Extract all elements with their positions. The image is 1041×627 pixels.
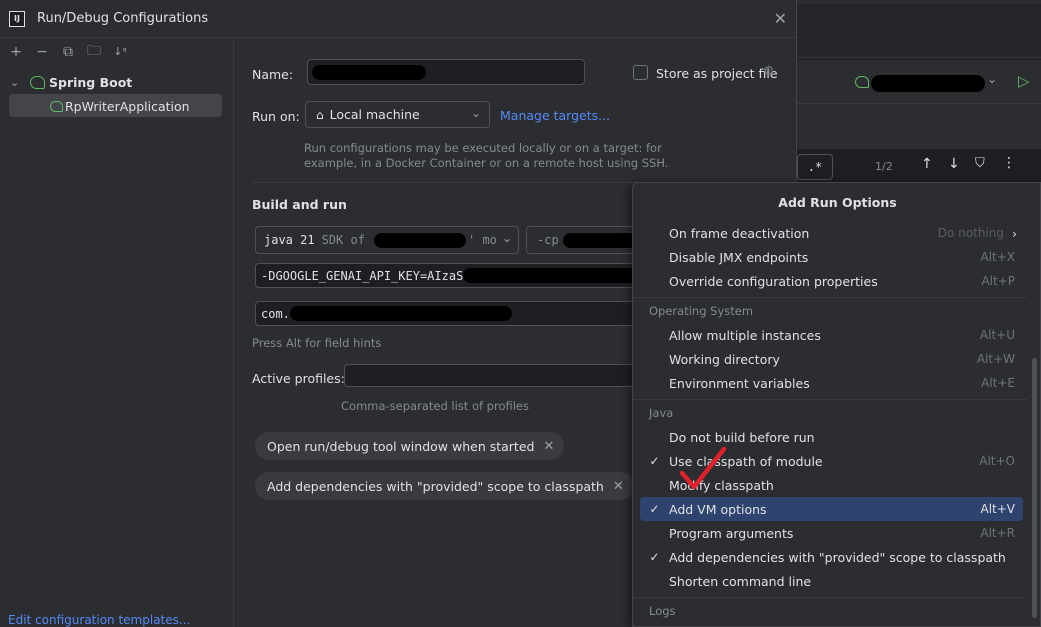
vm-options-value: -DGOOGLE_GENAI_API_KEY=AIzaS — [261, 268, 464, 283]
redacted-config-selector[interactable] — [871, 75, 985, 92]
redacted-api-key — [463, 268, 635, 283]
on-frame-deactivation-value: Do nothing — [937, 226, 1004, 240]
vm-options-input[interactable]: -DGOOGLE_GENAI_API_KEY=AIzaS — [255, 263, 635, 288]
jdk-tail: ' mo — [468, 233, 497, 247]
option-chip-provided-scope[interactable]: Add dependencies with "provided" scope t… — [255, 472, 634, 500]
redacted-name-value — [312, 65, 426, 80]
section-operating-system: Operating System — [649, 304, 754, 318]
remove-icon[interactable]: − — [30, 44, 54, 60]
check-icon: ✓ — [649, 550, 660, 564]
tree-item-label: RpWriterApplication — [65, 98, 190, 114]
manage-targets-link[interactable]: Manage targets... — [500, 108, 610, 123]
close-icon[interactable]: ✕ — [774, 9, 787, 28]
menu-item-on-frame-deactivation[interactable]: On frame deactivation Do nothing › — [640, 221, 1023, 245]
menu-item-disable-jmx[interactable]: Disable JMX endpoints Alt+X — [640, 245, 1023, 269]
jdk-sdk-of: SDK of — [321, 233, 365, 247]
run-on-hint-line2: example, in a Docker Container or on a r… — [304, 156, 669, 170]
add-run-options-popup: Add Run Options On frame deactivation Do… — [632, 182, 1041, 627]
section-logs: Logs — [649, 604, 676, 618]
edit-configuration-templates-link[interactable]: Edit configuration templates... — [8, 613, 190, 627]
popup-scrollbar[interactable] — [1032, 358, 1037, 618]
build-and-run-title: Build and run — [252, 197, 347, 212]
tree-group-spring-boot[interactable]: ⌄ Spring Boot — [10, 71, 132, 93]
intellij-app-icon: IJ — [9, 10, 25, 27]
alt-field-hints: Press Alt for field hints — [252, 336, 382, 350]
chip-label: Open run/debug tool window when started — [267, 438, 535, 454]
jdk-version: java 21 — [264, 233, 315, 247]
menu-item-program-arguments[interactable]: Program arguments Alt+R — [640, 521, 1023, 545]
redacted-main-class — [290, 306, 512, 321]
chevron-down-icon[interactable]: ⌄ — [987, 72, 997, 86]
classpath-prefix: -cp — [537, 233, 559, 247]
arrow-down-icon[interactable]: ↓ — [948, 156, 960, 172]
menu-item-allow-multiple-instances[interactable]: Allow multiple instances Alt+U — [640, 323, 1023, 347]
run-icon[interactable]: ▷ — [1018, 72, 1030, 90]
sort-icon[interactable]: ↓ᵃ — [108, 45, 132, 58]
option-chip-open-tool-window[interactable]: Open run/debug tool window when started … — [255, 432, 565, 460]
section-divider — [252, 182, 652, 183]
redacted-jdk-module — [374, 233, 466, 248]
name-label: Name: — [252, 67, 294, 82]
spring-boot-app-icon — [50, 100, 63, 112]
arrow-up-icon[interactable]: ↑ — [921, 156, 933, 172]
active-profiles-hint: Comma-separated list of profiles — [341, 399, 529, 413]
popup-separator — [633, 399, 1027, 400]
tree-item-rpwriterapplication[interactable]: RpWriterApplication — [50, 95, 190, 117]
spring-boot-config-icon — [855, 76, 869, 88]
chevron-down-icon: ⌄ — [470, 106, 481, 120]
chip-label: Add dependencies with "provided" scope t… — [267, 478, 604, 494]
name-input[interactable] — [307, 59, 585, 85]
menu-item-add-vm-options[interactable]: ✓ Add VM options Alt+V — [640, 497, 1023, 521]
menu-item-shorten-command-line[interactable]: Shorten command line — [640, 569, 1023, 593]
more-icon[interactable]: ⋮ — [1002, 155, 1016, 171]
ide-search-bar: .* 1/2 ↑ ↓ ⛉ ⋮ — [797, 104, 1041, 180]
match-count: 1/2 — [875, 160, 893, 173]
check-icon: ✓ — [649, 454, 660, 468]
spring-boot-icon — [30, 75, 45, 89]
section-java: Java — [649, 406, 674, 420]
check-icon: ✓ — [649, 502, 660, 516]
home-icon: ⌂ — [316, 107, 324, 122]
popup-separator — [633, 297, 1027, 298]
store-as-project-file-label: Store as project file — [656, 66, 778, 81]
config-sidebar: + − ⧉ 🗀 ↓ᵃ ⌄ Spring Boot RpWriterApplica… — [0, 38, 234, 627]
menu-item-override-properties[interactable]: Override configuration properties Alt+P — [640, 269, 1023, 293]
redacted-classpath — [563, 233, 633, 248]
filter-icon[interactable]: ⛉ — [975, 156, 985, 171]
menu-item-provided-scope[interactable]: ✓ Add dependencies with "provided" scope… — [640, 545, 1023, 569]
folder-icon[interactable]: 🗀 — [82, 40, 106, 64]
run-on-hint-line1: Run configurations may be executed local… — [304, 141, 662, 155]
run-on-select[interactable]: ⌂ Local machine ⌄ — [305, 101, 490, 128]
run-on-label: Run on: — [252, 109, 300, 124]
dialog-title: Run/Debug Configurations — [37, 11, 209, 26]
chevron-down-icon: ⌄ — [501, 231, 512, 245]
gear-icon[interactable]: ⚙ — [763, 64, 775, 79]
active-profiles-label: Active profiles: — [252, 371, 345, 386]
chevron-right-icon: › — [1012, 225, 1017, 241]
add-icon[interactable]: + — [4, 44, 28, 60]
main-class-input[interactable]: com. — [255, 301, 635, 326]
classpath-select[interactable]: -cp — [526, 226, 634, 254]
tree-group-label: Spring Boot — [49, 74, 133, 90]
regex-toggle-button[interactable]: .* — [797, 154, 833, 180]
dialog-titlebar: IJ Run/Debug Configurations ✕ — [0, 0, 797, 38]
main-class-value: com. — [261, 306, 290, 321]
jdk-select[interactable]: java 21 SDK of ' mo ⌄ — [255, 226, 519, 254]
active-profiles-input[interactable] — [344, 364, 634, 387]
copy-icon[interactable]: ⧉ — [56, 44, 80, 60]
menu-item-working-directory[interactable]: Working directory Alt+W — [640, 347, 1023, 371]
ide-tab-strip — [797, 4, 1041, 56]
ide-toolbar: ⌄ ▷ — [797, 60, 1041, 104]
popup-separator — [633, 597, 1027, 598]
chevron-down-icon[interactable]: ⌄ — [10, 76, 30, 89]
menu-item-environment-variables[interactable]: Environment variables Alt+E — [640, 371, 1023, 395]
sidebar-toolbar: + − ⧉ 🗀 ↓ᵃ — [0, 38, 233, 65]
store-as-project-file-checkbox[interactable] — [633, 65, 648, 80]
close-icon[interactable]: ✕ — [543, 439, 554, 454]
run-on-value: Local machine — [329, 107, 420, 122]
ide-editor-tabs-area — [797, 0, 1041, 60]
red-checkmark-annotation-icon — [679, 446, 727, 490]
close-icon[interactable]: ✕ — [613, 479, 624, 494]
popup-title: Add Run Options — [778, 195, 897, 210]
